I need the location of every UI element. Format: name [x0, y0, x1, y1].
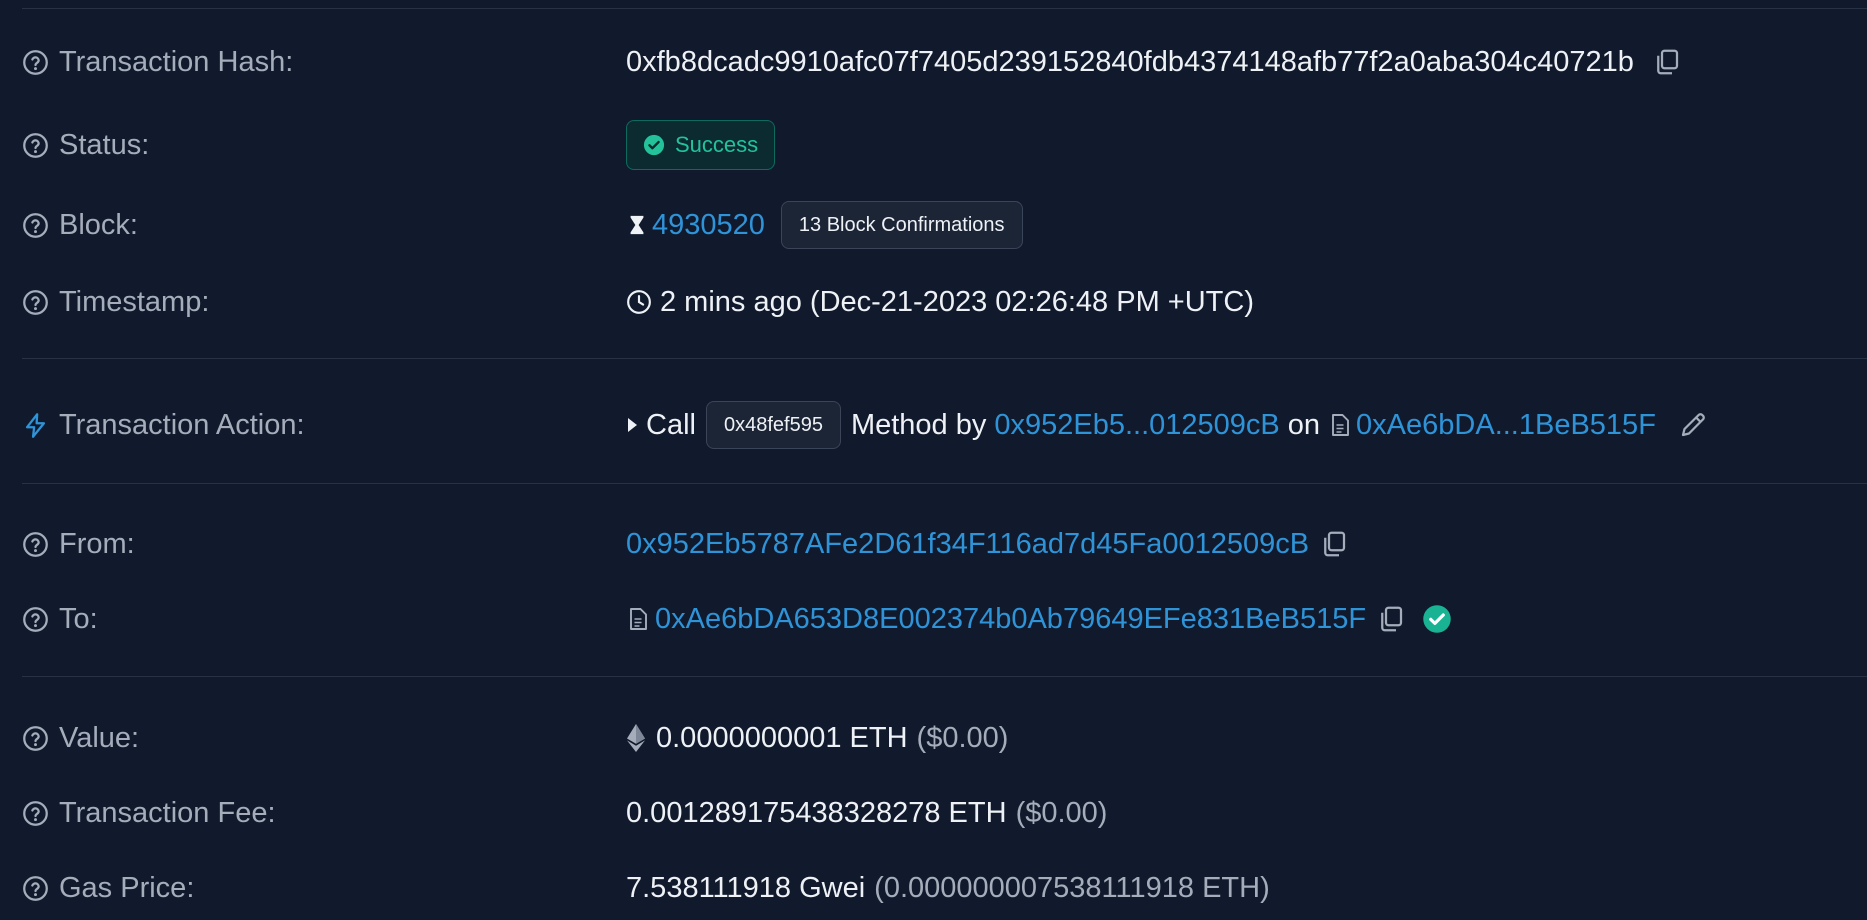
- transaction-action-row: Transaction Action: Call 0x48fef595 Meth…: [22, 400, 1867, 450]
- transaction-fee-label: Transaction Fee:: [22, 797, 626, 830]
- label-text: Gas Price:: [59, 871, 195, 904]
- status-text: Success: [675, 132, 759, 157]
- lightning-icon: [25, 412, 46, 438]
- question-circle-icon[interactable]: [22, 531, 49, 558]
- from-address-link[interactable]: 0x952Eb5787AFe2D61f34F116ad7d45Fa0012509…: [626, 528, 1309, 561]
- timestamp-row: Timestamp: 2 mins ago (Dec-21-2023 02:26…: [22, 280, 1867, 324]
- to-row: To: 0xAe6bDA653D8E002374b0Ab79649EFe831B…: [22, 597, 1867, 641]
- status-badge: Success: [626, 120, 776, 170]
- label-text: Transaction Hash:: [59, 45, 294, 78]
- gas-price-label: Gas Price:: [22, 872, 626, 905]
- verified-check-icon: [1423, 605, 1451, 633]
- on-text: on: [1287, 408, 1321, 441]
- transaction-action-label: Transaction Action:: [22, 409, 626, 442]
- label-text: To:: [59, 602, 98, 635]
- label-text: Timestamp:: [59, 285, 210, 318]
- question-circle-icon[interactable]: [22, 289, 49, 316]
- caret-right-icon[interactable]: [626, 417, 638, 433]
- transaction-hash-label: Transaction Hash:: [22, 46, 626, 79]
- block-label: Block:: [22, 209, 626, 242]
- confirmations-text: 13 Block Confirmations: [798, 213, 1005, 236]
- value-usd: ($0.00): [916, 721, 1009, 754]
- label-text: Transaction Action:: [59, 408, 305, 441]
- method-id-text: 0x48fef595: [723, 413, 823, 436]
- question-circle-icon[interactable]: [22, 606, 49, 633]
- status-row: Status: Success: [22, 120, 1867, 170]
- method-id-badge: 0x48fef595: [705, 401, 841, 449]
- label-text: From:: [59, 527, 135, 560]
- gas-price-row: Gas Price: 7.538111918 Gwei (0.000000007…: [22, 866, 1867, 910]
- transaction-hash-row: Transaction Hash: 0xfb8dcadc9910afc07f74…: [22, 40, 1867, 84]
- contract-address-link[interactable]: 0xAe6bDA...1BeB515F: [1356, 409, 1656, 442]
- timestamp-value: 2 mins ago (Dec-21-2023 02:26:48 PM +UTC…: [660, 285, 1254, 318]
- transaction-fee-row: Transaction Fee: 0.001289175438328278 ET…: [22, 791, 1867, 835]
- block-confirmations-badge: 13 Block Confirmations: [780, 201, 1023, 249]
- document-icon: [630, 608, 647, 630]
- from-label: From:: [22, 528, 626, 561]
- copy-icon[interactable]: [1319, 529, 1349, 559]
- question-circle-icon[interactable]: [22, 725, 49, 752]
- gas-price-eth: (0.000000007538111918 ETH): [874, 871, 1270, 904]
- status-label: Status:: [22, 129, 626, 162]
- block-row: Block: 4930520 13 Block Confirmations: [22, 200, 1867, 250]
- question-circle-icon[interactable]: [22, 800, 49, 827]
- caller-address-link[interactable]: 0x952Eb5...012509cB: [994, 409, 1279, 442]
- transaction-hash-value[interactable]: 0xfb8dcadc9910afc07f7405d239152840fdb437…: [626, 46, 1634, 79]
- question-circle-icon[interactable]: [22, 49, 49, 76]
- label-text: Transaction Fee:: [59, 796, 276, 829]
- gas-price-gwei: 7.538111918 Gwei: [626, 871, 866, 904]
- question-circle-icon[interactable]: [22, 132, 49, 159]
- from-row: From: 0x952Eb5787AFe2D61f34F116ad7d45Fa0…: [22, 522, 1867, 566]
- question-circle-icon[interactable]: [22, 875, 49, 902]
- method-by-text: Method by: [850, 408, 987, 441]
- document-icon: [1332, 414, 1349, 436]
- check-circle-icon: [643, 134, 665, 156]
- to-label: To:: [22, 603, 626, 636]
- block-number-link[interactable]: 4930520: [652, 209, 765, 242]
- action-call-text: Call: [646, 408, 696, 441]
- pencil-icon[interactable]: [1678, 410, 1708, 440]
- ethereum-icon: [627, 724, 645, 752]
- divider: [22, 676, 1867, 677]
- value-row: Value: 0.0000000001 ETH ($0.00): [22, 716, 1867, 760]
- label-text: Status:: [59, 128, 150, 161]
- clock-icon: [627, 290, 651, 314]
- timestamp-label: Timestamp:: [22, 286, 626, 319]
- divider: [22, 8, 1867, 9]
- to-address-link[interactable]: 0xAe6bDA653D8E002374b0Ab79649EFe831BeB51…: [655, 603, 1366, 636]
- fee-amount: 0.001289175438328278 ETH: [626, 796, 1007, 829]
- label-text: Value:: [59, 721, 140, 754]
- question-circle-icon[interactable]: [22, 212, 49, 239]
- copy-icon[interactable]: [1652, 47, 1682, 77]
- divider: [22, 358, 1867, 359]
- value-label: Value:: [22, 722, 626, 755]
- copy-icon[interactable]: [1376, 604, 1406, 634]
- value-amount: 0.0000000001 ETH: [656, 721, 908, 754]
- fee-usd: ($0.00): [1015, 796, 1108, 829]
- label-text: Block:: [59, 208, 138, 241]
- divider: [22, 483, 1867, 484]
- hourglass-icon: [630, 215, 644, 235]
